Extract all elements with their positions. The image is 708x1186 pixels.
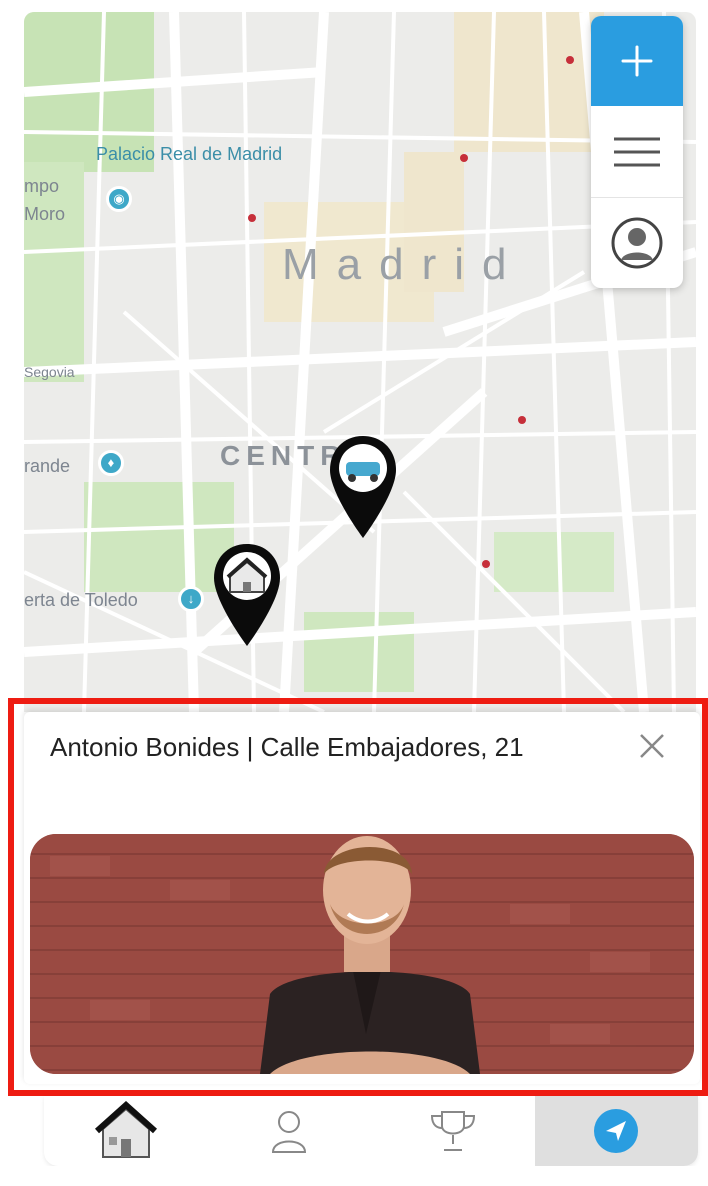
person-photo-illustration <box>30 834 694 1074</box>
house-map-pin-icon[interactable] <box>210 540 284 652</box>
landmark-icon: ↓ <box>178 586 204 612</box>
bottom-strip <box>44 1166 698 1186</box>
profile-button[interactable] <box>591 198 683 288</box>
landmark-icon: ◉ <box>106 186 132 212</box>
map-label-toledo: erta de Toledo <box>24 590 138 610</box>
trophy-icon <box>430 1111 475 1151</box>
map-action-panel <box>591 16 683 288</box>
tab-navigation[interactable] <box>534 1096 698 1166</box>
plus-icon <box>621 45 653 77</box>
landmark-icon: ♦ <box>98 450 124 476</box>
person-icon <box>272 1111 307 1153</box>
map-label-moro: Moro <box>24 204 66 224</box>
tab-achievements[interactable] <box>371 1096 535 1166</box>
card-title: Antonio Bonides | Calle Embajadores, 21 <box>50 732 524 762</box>
map-label-palacio: Palacio Real de Madrid <box>96 144 283 164</box>
close-icon <box>640 734 664 758</box>
app-screen: Palacio Real de Madrid ◉ mpo Moro Madrid… <box>0 0 708 1186</box>
close-button[interactable] <box>634 728 670 764</box>
user-profile-icon <box>611 217 663 269</box>
tab-profile[interactable] <box>208 1096 372 1166</box>
location-info-card[interactable]: Antonio Bonides | Calle Embajadores, 21 <box>24 712 700 1084</box>
map-label-city: Madrid <box>282 240 525 289</box>
profile-photo <box>30 834 694 1074</box>
house-icon <box>94 1101 157 1158</box>
car-map-pin-icon[interactable] <box>326 432 400 544</box>
hamburger-menu-icon <box>614 137 660 166</box>
navigation-arrow-icon <box>594 1109 639 1153</box>
menu-button[interactable] <box>591 106 683 198</box>
tab-home[interactable] <box>44 1096 208 1166</box>
add-button[interactable] <box>591 16 683 106</box>
map-label-campo: mpo <box>24 176 60 196</box>
bottom-tab-bar <box>44 1096 698 1166</box>
map-label-grande: rande <box>24 456 71 476</box>
map-label-segovia: Segovia <box>24 364 75 380</box>
